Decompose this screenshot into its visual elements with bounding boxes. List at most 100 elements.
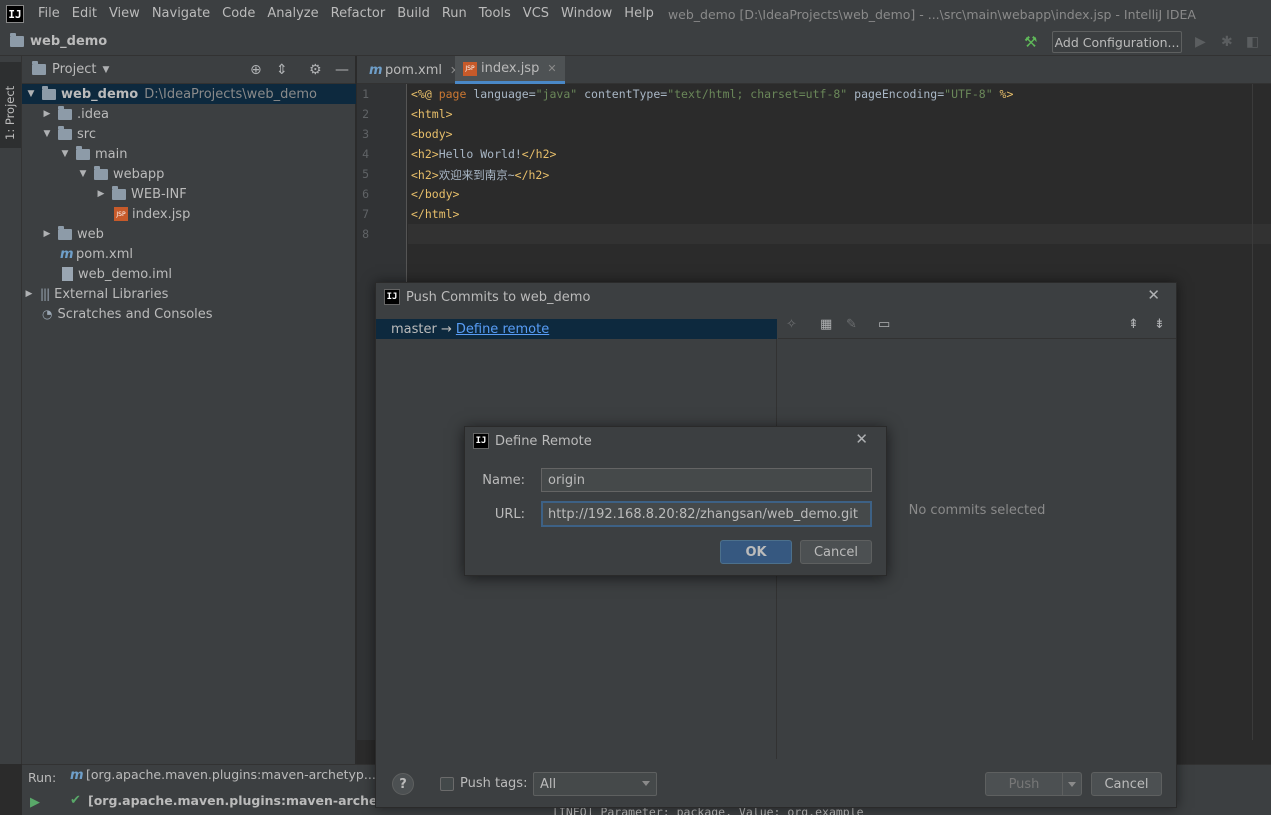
tree-item-main[interactable]: ▼ main — [22, 144, 356, 164]
collapsed-arrow-icon[interactable]: ▶ — [96, 189, 106, 199]
module-folder-icon — [42, 85, 56, 100]
folder-icon — [58, 105, 72, 120]
intellij-logo-icon: IJ — [6, 5, 24, 23]
expanded-arrow-icon[interactable]: ▼ — [26, 89, 36, 99]
branch-name: master → — [391, 321, 452, 337]
maven-file-icon: m — [60, 246, 74, 262]
group-by-icon[interactable]: ▦ — [820, 317, 832, 332]
menu-view[interactable]: View — [103, 0, 146, 28]
add-configuration-button[interactable]: Add Configuration... — [1052, 31, 1182, 53]
collapsed-arrow-icon[interactable]: ▶ — [42, 109, 52, 119]
tree-item-web[interactable]: ▶ web — [22, 224, 356, 244]
editor-tab-bar: m pom.xml ✕ JSP index.jsp ✕ — [357, 56, 1271, 84]
push-button[interactable]: Push — [985, 772, 1063, 796]
cherry-pick-icon[interactable]: ✧ — [786, 317, 797, 332]
hide-icon[interactable]: — — [335, 62, 349, 78]
tree-item-index-jsp[interactable]: JSP index.jsp — [22, 204, 356, 224]
tab-index-jsp[interactable]: JSP index.jsp ✕ — [455, 56, 565, 84]
run-tab[interactable]: m [org.apache.maven.plugins:maven-archety… — [70, 767, 376, 783]
tab-pom-xml[interactable]: m pom.xml ✕ — [361, 56, 467, 84]
gear-icon[interactable]: ⚙ — [309, 62, 322, 78]
push-dialog-titlebar: IJ Push Commits to web_demo — [376, 283, 1176, 311]
attr-content-type: contentType= — [577, 87, 668, 101]
expand-all-icon[interactable]: ⇞ — [1128, 317, 1139, 332]
cancel-button[interactable]: Cancel — [1091, 772, 1162, 796]
run-tree-item[interactable]: [org.apache.maven.plugins:maven-archetyp… — [88, 793, 423, 808]
tree-item-src[interactable]: ▼ src — [22, 124, 356, 144]
menu-refactor[interactable]: Refactor — [325, 0, 392, 28]
tree-item-scratches[interactable]: ◔ Scratches and Consoles — [22, 304, 356, 324]
tree-item-web-demo[interactable]: ▼ web_demo D:\IdeaProjects\web_demo — [22, 84, 356, 104]
locate-icon[interactable]: ⊕ — [250, 62, 262, 78]
commit-details-toolbar: ✧ ▦ ✎ ▭ ⇞ ⇟ — [778, 311, 1176, 339]
jsp-page-keyword: page — [438, 87, 474, 101]
tree-item-idea[interactable]: ▶ .idea — [22, 104, 356, 124]
collapsed-arrow-icon[interactable]: ▶ — [24, 289, 34, 299]
menu-window[interactable]: Window — [555, 0, 618, 28]
tab-label: index.jsp — [481, 61, 540, 76]
run-icon[interactable]: ▶ — [1195, 34, 1206, 50]
code-line-4[interactable]: <h2>Hello World!</h2> — [411, 147, 556, 161]
define-remote-link[interactable]: Define remote — [456, 322, 549, 337]
code-line-6[interactable]: </body> — [411, 187, 459, 201]
url-field[interactable]: http://192.168.8.20:82/zhangsan/web_demo… — [541, 501, 872, 527]
debug-icon[interactable]: ✱ — [1221, 34, 1233, 50]
menu-bar: IJ File Edit View Navigate Code Analyze … — [0, 0, 1271, 28]
help-button[interactable]: ? — [392, 773, 414, 795]
code-line-3[interactable]: <body> — [411, 127, 453, 141]
project-view-selector[interactable]: Project — [52, 62, 96, 77]
h2-close-tag: </h2> — [521, 147, 557, 161]
expanded-arrow-icon[interactable]: ▼ — [60, 149, 70, 159]
menu-edit[interactable]: Edit — [66, 0, 103, 28]
line-number: 6 — [362, 187, 369, 201]
close-tab-icon[interactable]: ✕ — [547, 62, 556, 75]
collapsed-arrow-icon[interactable]: ▶ — [42, 229, 52, 239]
project-tool-tab-label: 1: Project — [3, 85, 17, 140]
run-panel-label: Run: — [28, 770, 57, 785]
menu-code[interactable]: Code — [216, 0, 261, 28]
coverage-icon[interactable]: ◧ — [1246, 34, 1259, 50]
expanded-arrow-icon[interactable]: ▼ — [78, 169, 88, 179]
push-options-dropdown[interactable] — [1062, 772, 1082, 796]
push-tags-checkbox[interactable] — [440, 777, 454, 791]
breadcrumb-project[interactable]: web_demo — [30, 34, 107, 49]
folder-icon — [10, 33, 24, 47]
build-hammer-icon[interactable]: ⚒ — [1024, 33, 1037, 51]
tree-item-pom-xml[interactable]: m pom.xml — [22, 244, 356, 264]
ok-button[interactable]: OK — [720, 540, 792, 564]
project-tool-tab[interactable]: 1: Project — [0, 62, 21, 148]
collapse-all-icon[interactable]: ⇕ — [276, 62, 288, 78]
code-line-5[interactable]: <h2>欢迎来到南京~</h2> — [411, 167, 549, 183]
menu-file[interactable]: File — [32, 0, 66, 28]
menu-vcs[interactable]: VCS — [517, 0, 555, 28]
line-number: 2 — [362, 107, 369, 121]
push-tags-select[interactable]: All — [533, 772, 657, 796]
tree-item-web-demo-iml[interactable]: web_demo.iml — [22, 264, 356, 284]
edit-icon[interactable]: ✎ — [846, 317, 857, 332]
cancel-button[interactable]: Cancel — [800, 540, 872, 564]
tree-item-webapp[interactable]: ▼ webapp — [22, 164, 356, 184]
menu-tools[interactable]: Tools — [473, 0, 517, 28]
chevron-down-icon[interactable]: ▼ — [102, 65, 109, 75]
tree-item-external-libraries[interactable]: ▶ ||| External Libraries — [22, 284, 356, 304]
push-dialog-title: Push Commits to web_demo — [406, 289, 591, 305]
code-line-2[interactable]: <html> — [411, 107, 453, 121]
code-line-7[interactable]: </html> — [411, 207, 459, 221]
branch-row[interactable]: master → Define remote — [376, 319, 777, 339]
h2-close-tag: </h2> — [514, 168, 550, 182]
menu-help[interactable]: Help — [618, 0, 660, 28]
rerun-icon[interactable]: ▶ — [30, 795, 40, 810]
menu-build[interactable]: Build — [391, 0, 436, 28]
code-line-1[interactable]: <%@ page language="java" contentType="te… — [411, 87, 1013, 101]
preview-icon[interactable]: ▭ — [878, 317, 890, 332]
tree-item-label: External Libraries — [54, 286, 169, 302]
expanded-arrow-icon[interactable]: ▼ — [42, 129, 52, 139]
menu-analyze[interactable]: Analyze — [261, 0, 324, 28]
collapse-all-icon[interactable]: ⇟ — [1154, 317, 1165, 332]
menu-navigate[interactable]: Navigate — [146, 0, 216, 28]
menu-run[interactable]: Run — [436, 0, 473, 28]
name-field[interactable]: origin — [541, 468, 872, 492]
tree-item-web-inf[interactable]: ▶ WEB-INF — [22, 184, 356, 204]
close-icon[interactable]: ✕ — [1147, 286, 1160, 304]
close-icon[interactable]: ✕ — [855, 430, 868, 448]
